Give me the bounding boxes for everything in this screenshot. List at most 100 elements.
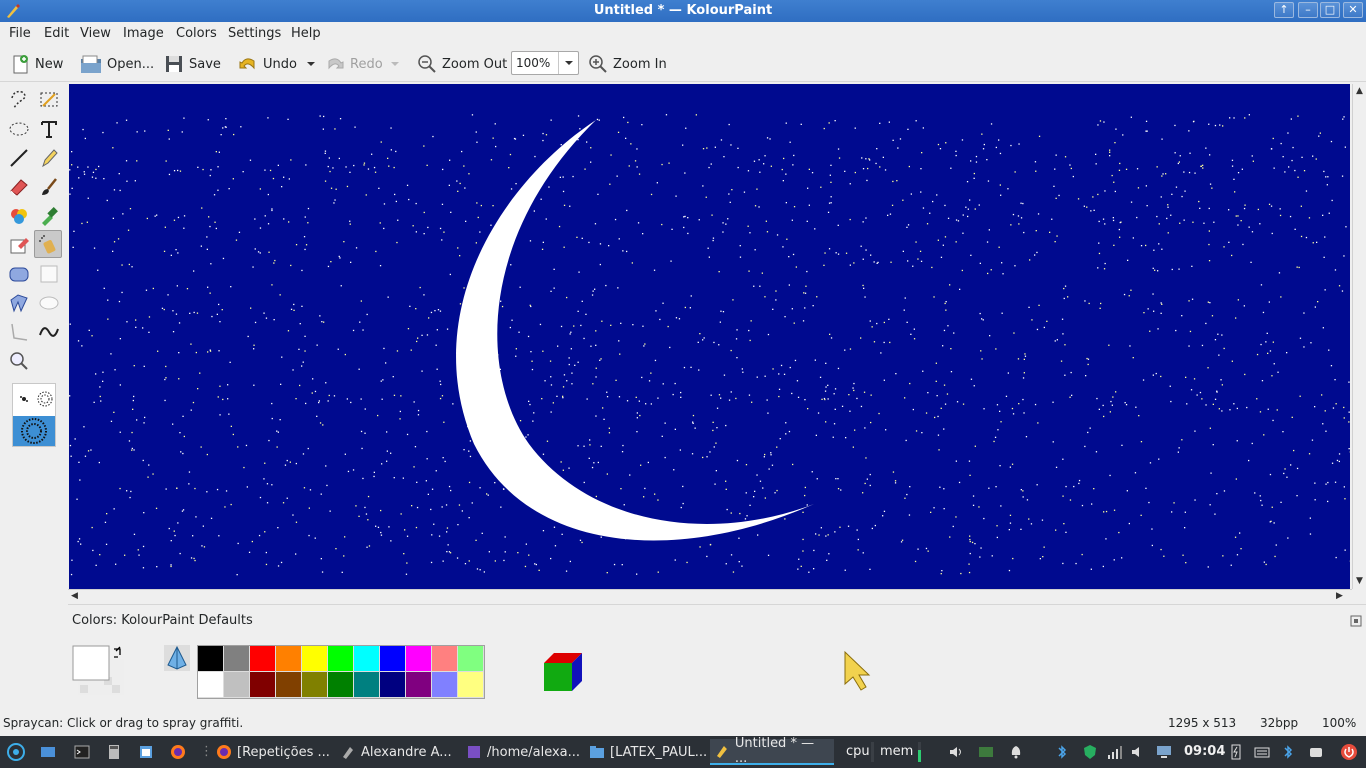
application-launcher-icon[interactable]	[6, 742, 26, 762]
palette-swatch[interactable]	[250, 672, 276, 698]
minimize-button[interactable]: –	[1298, 2, 1318, 18]
palette-swatch[interactable]	[224, 672, 250, 698]
zoom-level-select[interactable]: 100%	[511, 51, 579, 75]
menu-settings[interactable]: Settings	[228, 26, 281, 41]
polyline-tool[interactable]	[5, 318, 33, 346]
text-tool[interactable]	[35, 115, 63, 143]
maximize-button[interactable]: □	[1320, 2, 1340, 18]
notifications-bell-icon[interactable]	[1008, 744, 1024, 760]
free-form-selection-tool[interactable]	[5, 85, 33, 113]
polygon-tool[interactable]	[5, 289, 33, 317]
scroll-left-icon[interactable]: ◀	[71, 591, 78, 601]
curve-tool[interactable]	[35, 318, 63, 346]
scroll-down-icon[interactable]: ▼	[1356, 576, 1363, 586]
save-button[interactable]: Save	[160, 50, 224, 78]
open-button[interactable]: Open...	[76, 50, 157, 78]
menu-file[interactable]: File	[9, 26, 31, 41]
palette-swatch[interactable]	[380, 646, 406, 672]
security-shield-icon[interactable]	[1082, 744, 1098, 760]
spray-small-option-icon[interactable]	[17, 392, 31, 406]
color-similarity-cube-icon[interactable]	[542, 651, 582, 691]
speaker-icon[interactable]	[1130, 744, 1146, 760]
spray-large-option[interactable]	[13, 416, 55, 446]
keyboard-icon[interactable]	[1254, 744, 1270, 760]
task-item-0[interactable]: [Repetições ...	[212, 739, 334, 765]
redo-dropdown-button[interactable]	[387, 50, 403, 78]
palette-swatch[interactable]	[406, 646, 432, 672]
title-bar[interactable]: Untitled * — KolourPaint ↑ – □ ✕	[0, 0, 1366, 22]
undo-dropdown-button[interactable]	[303, 50, 319, 78]
redo-button[interactable]: Redo	[321, 50, 386, 78]
network-signal-icon[interactable]	[1106, 744, 1122, 760]
drawing-canvas[interactable]	[69, 84, 1350, 589]
palette-swatch[interactable]	[432, 646, 458, 672]
new-button[interactable]: New	[6, 50, 66, 78]
show-desktop-icon[interactable]	[40, 744, 56, 760]
rounded-rectangle-tool[interactable]	[5, 260, 33, 288]
color-eraser-tool[interactable]	[5, 231, 33, 259]
file-manager-icon[interactable]	[138, 744, 154, 760]
bluetooth-status-icon[interactable]	[1280, 744, 1296, 760]
scroll-up-icon[interactable]: ▲	[1356, 86, 1363, 96]
palette-swatch[interactable]	[354, 646, 380, 672]
display-icon[interactable]	[1156, 744, 1172, 760]
brush-tool[interactable]	[35, 173, 63, 201]
menu-help[interactable]: Help	[291, 26, 321, 41]
palette-swatch[interactable]	[198, 672, 224, 698]
ellipse-tool[interactable]	[35, 289, 63, 317]
task-item-2[interactable]: /home/alexa...	[462, 739, 584, 765]
bluetooth-icon[interactable]	[1054, 744, 1070, 760]
color-picker-tool[interactable]	[35, 202, 63, 230]
undock-icon[interactable]	[1350, 615, 1362, 627]
palette-swatch[interactable]	[328, 672, 354, 698]
rectangular-selection-tool[interactable]	[35, 85, 63, 113]
mem-monitor-label[interactable]: mem	[880, 744, 913, 759]
eraser-tool[interactable]	[5, 173, 33, 201]
transparent-color-icon[interactable]	[164, 645, 190, 671]
vertical-scrollbar[interactable]: ▲ ▼	[1352, 84, 1366, 589]
clock[interactable]: 09:04	[1184, 744, 1225, 759]
line-tool[interactable]	[5, 144, 33, 172]
elliptical-selection-tool[interactable]	[5, 115, 33, 143]
close-button[interactable]: ✕	[1343, 2, 1363, 18]
menu-colors[interactable]: Colors	[176, 26, 217, 41]
spray-medium-option-icon[interactable]	[36, 390, 54, 408]
system-monitor-icon[interactable]	[978, 744, 994, 760]
foreground-background-selector[interactable]	[72, 645, 126, 697]
zoom-out-button[interactable]: Zoom Out	[413, 50, 510, 78]
palette-swatch[interactable]	[458, 646, 484, 672]
palette-swatch[interactable]	[354, 672, 380, 698]
task-item-1[interactable]: Alexandre A...	[336, 739, 456, 765]
palette-swatch[interactable]	[302, 646, 328, 672]
rectangle-tool[interactable]	[35, 260, 63, 288]
palette-swatch[interactable]	[458, 672, 484, 698]
keep-above-button[interactable]: ↑	[1274, 2, 1294, 18]
palette-swatch[interactable]	[380, 672, 406, 698]
volume-icon[interactable]	[948, 744, 964, 760]
horizontal-scrollbar[interactable]: ◀ ▶	[68, 589, 1352, 603]
terminal-icon[interactable]	[74, 744, 90, 760]
menu-image[interactable]: Image	[123, 26, 164, 41]
palette-swatch[interactable]	[328, 646, 354, 672]
task-item-4[interactable]: Untitled * — ...	[710, 736, 834, 766]
palette-swatch[interactable]	[224, 646, 250, 672]
palette-swatch[interactable]	[432, 672, 458, 698]
palette-swatch[interactable]	[406, 672, 432, 698]
firefox-icon[interactable]	[170, 744, 186, 760]
battery-icon[interactable]	[1228, 744, 1244, 760]
zoom-dropdown-arrow[interactable]	[558, 52, 578, 74]
undo-button[interactable]: Undo	[234, 50, 300, 78]
scroll-right-icon[interactable]: ▶	[1336, 591, 1343, 601]
flood-fill-tool[interactable]	[5, 202, 33, 230]
zoom-tool[interactable]	[5, 347, 33, 375]
spraycan-tool[interactable]	[34, 230, 62, 258]
cpu-monitor-label[interactable]: cpu	[846, 744, 870, 759]
palette-swatch[interactable]	[276, 672, 302, 698]
palette-swatch[interactable]	[198, 646, 224, 672]
palette-swatch[interactable]	[276, 646, 302, 672]
palette-swatch[interactable]	[302, 672, 328, 698]
calculator-icon[interactable]	[106, 744, 122, 760]
menu-edit[interactable]: Edit	[44, 26, 69, 41]
palette-swatch[interactable]	[250, 646, 276, 672]
removable-devices-icon[interactable]	[1308, 744, 1324, 760]
